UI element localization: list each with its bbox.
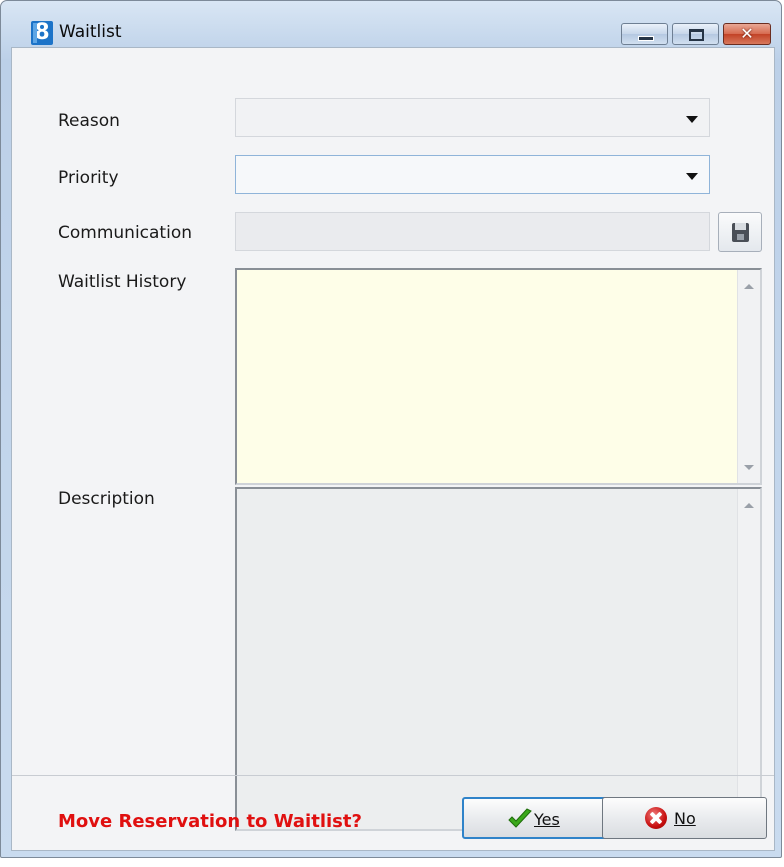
save-icon <box>732 223 749 242</box>
dialog-body: Reason Priority Communication Waitlist H… <box>11 47 775 851</box>
check-icon <box>508 808 532 828</box>
history-scrollbar[interactable] <box>737 270 760 483</box>
chevron-down-icon <box>686 173 698 180</box>
communication-label: Communication <box>58 223 192 243</box>
description-label: Description <box>58 489 155 509</box>
communication-field[interactable] <box>235 212 710 251</box>
scroll-down-icon[interactable] <box>744 465 754 470</box>
no-button[interactable]: No <box>602 797 767 839</box>
confirmation-prompt: Move Reservation to Waitlist? <box>58 811 362 832</box>
close-icon: ✕ <box>740 24 754 43</box>
minimize-icon <box>638 36 654 41</box>
waitlist-window: 8 Waitlist ✕ Reason Priority Communicati… <box>0 0 782 858</box>
cancel-icon <box>645 807 667 829</box>
communication-save-button[interactable] <box>718 212 762 252</box>
close-button[interactable]: ✕ <box>723 23 771 45</box>
no-label: No <box>674 809 696 828</box>
priority-dropdown[interactable] <box>235 155 710 194</box>
description-memo[interactable] <box>235 487 762 831</box>
app-icon: 8 <box>31 21 53 45</box>
window-title: Waitlist <box>59 22 122 42</box>
scroll-up-icon[interactable] <box>744 503 754 508</box>
waitlist-history-label: Waitlist History <box>58 272 187 292</box>
title-bar[interactable]: 8 Waitlist ✕ <box>1 1 781 45</box>
chevron-down-icon <box>686 116 698 123</box>
waitlist-history-memo[interactable] <box>235 268 762 485</box>
maximize-icon <box>689 29 704 41</box>
footer-divider <box>12 775 774 776</box>
scroll-up-icon[interactable] <box>744 284 754 289</box>
yes-label: Yes <box>534 810 560 829</box>
minimize-button[interactable] <box>621 23 668 45</box>
maximize-button[interactable] <box>672 23 719 45</box>
reason-label: Reason <box>58 111 120 131</box>
reason-dropdown[interactable] <box>235 98 710 137</box>
description-scrollbar[interactable] <box>737 489 760 829</box>
priority-label: Priority <box>58 168 119 188</box>
caption-buttons: ✕ <box>621 23 771 45</box>
